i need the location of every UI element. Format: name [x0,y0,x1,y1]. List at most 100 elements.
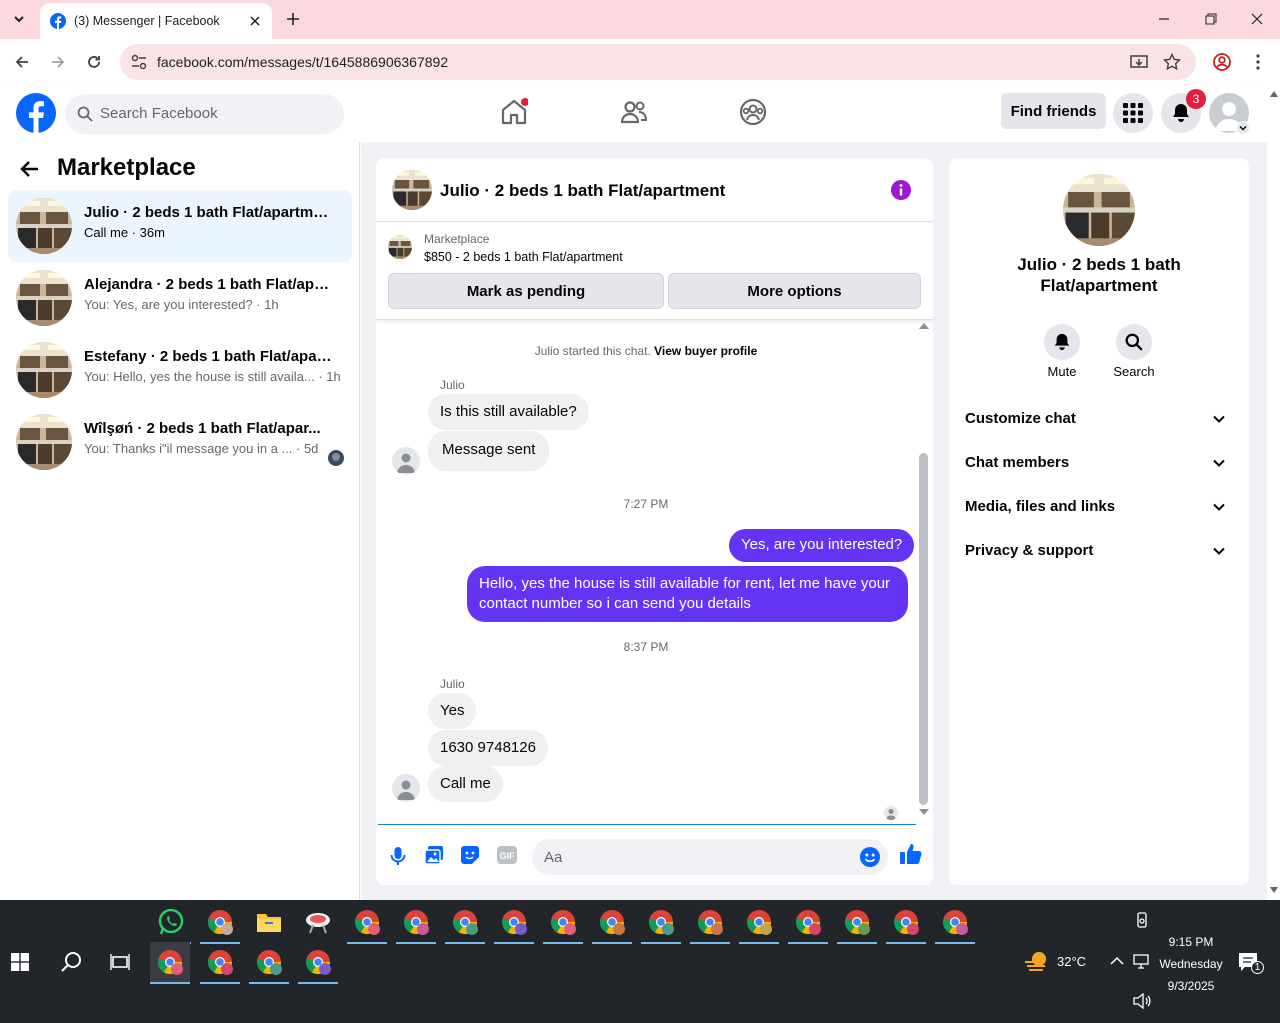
reload-button[interactable] [82,50,106,74]
incoming-message[interactable]: Yes [428,693,477,729]
minimize-button[interactable] [1150,6,1178,32]
listing-thumbnail [16,270,72,326]
weather-widget[interactable] [1024,950,1050,972]
page-scrollbar[interactable] [1267,85,1280,900]
weather-temperature[interactable]: 32°C [1057,954,1086,969]
taskbar-chrome[interactable] [641,902,681,944]
back-button[interactable] [20,159,40,179]
message-scrollbar[interactable] [919,320,929,815]
browser-menu-button[interactable] [1246,50,1270,74]
chat-title[interactable]: Julio · 2 beds 1 bath Flat/apartment [440,181,725,201]
nav-groups[interactable] [739,98,767,126]
taskbar-chrome[interactable] [886,902,926,944]
taskbar-chrome[interactable] [298,942,338,984]
attach-photo-button[interactable] [425,846,443,864]
scrollbar-thumb[interactable] [919,453,928,805]
chat-avatar[interactable] [392,170,432,210]
nav-friends[interactable] [620,98,648,126]
taskbar-file-explorer[interactable] [249,902,289,942]
emoji-icon[interactable] [860,847,880,867]
tab-search-button[interactable] [6,6,32,32]
sender-avatar[interactable] [392,447,420,475]
taskbar-chrome-profile[interactable] [200,902,240,944]
incoming-message[interactable]: 1630 9748126 [428,730,548,766]
install-app-icon[interactable] [1130,53,1148,71]
taskbar-whatsapp[interactable] [151,902,191,944]
incoming-message[interactable]: Call me [428,766,503,802]
taskbar-clock[interactable]: 9:15 PM Wednesday 9/3/2025 [1156,931,1226,997]
listing-price[interactable]: $850 - 2 beds 1 bath Flat/apartment [424,250,623,264]
menu-button[interactable] [1113,93,1153,133]
conversation-item[interactable]: Alejandra · 2 beds 1 bath Flat/apar... Y… [8,262,352,334]
mute-button[interactable] [1044,324,1080,360]
more-options-button[interactable]: More options [668,273,921,309]
taskbar-chrome[interactable] [788,902,828,944]
chrome-icon [649,910,674,935]
privacy-support-section[interactable]: Privacy & support [965,530,1233,574]
incoming-message[interactable]: Message sent [428,431,550,471]
show-hidden-icons-button[interactable] [1110,956,1124,966]
find-friends-button[interactable]: Find friends [1001,93,1106,129]
forward-button[interactable] [46,50,70,74]
taskbar-chrome[interactable] [396,902,436,944]
network-button[interactable] [1133,954,1151,970]
action-center-button[interactable]: 1 [1238,952,1264,974]
outgoing-message[interactable]: Hello, yes the house is still available … [467,566,908,622]
nav-home[interactable] [500,98,528,126]
close-tab-button[interactable] [246,12,264,30]
account-chevron[interactable] [1236,121,1250,135]
chevron-down-icon [1213,415,1225,423]
taskbar-chrome[interactable] [690,902,730,944]
voice-clip-button[interactable] [390,846,406,866]
taskbar-chrome-active[interactable] [150,942,190,984]
address-bar[interactable]: facebook.com/messages/t/1645886906367892 [120,44,1196,80]
conversation-item[interactable]: Estefany · 2 beds 1 bath Flat/apart... Y… [8,334,352,406]
outgoing-message[interactable]: Yes, are you interested? [729,529,915,562]
media-files-links-section[interactable]: Media, files and links [965,486,1233,530]
taskbar-chrome[interactable] [200,942,240,984]
taskbar-chrome[interactable] [837,902,877,944]
view-buyer-profile-link[interactable]: View buyer profile [654,344,757,358]
listing-avatar[interactable] [1063,174,1135,246]
tablet-mode-icon[interactable] [1134,912,1150,928]
sticker-button[interactable] [461,846,479,864]
sender-avatar[interactable] [392,774,420,802]
taskbar-chrome[interactable] [935,902,975,944]
chat-members-section[interactable]: Chat members [965,442,1233,486]
profile-button[interactable] [1210,50,1234,74]
conversation-info-button[interactable] [890,179,912,201]
bookmark-star-icon[interactable] [1163,53,1181,71]
restore-button[interactable] [1197,6,1225,32]
taskbar-chrome[interactable] [347,902,387,944]
search-icon [61,952,81,972]
send-like-button[interactable] [900,843,922,865]
back-button[interactable] [10,50,34,74]
taskbar-search-button[interactable] [52,942,92,982]
taskbar-chrome[interactable] [543,902,583,944]
taskbar-chrome[interactable] [445,902,485,944]
gif-button[interactable]: GIF [497,846,517,864]
browser-tab[interactable]: (3) Messenger | Facebook [40,3,272,39]
taskbar-chrome[interactable] [494,902,534,944]
message-input[interactable]: Aa [532,839,888,875]
customize-chat-section[interactable]: Customize chat [965,398,1233,442]
conversation-item[interactable]: Julio · 2 beds 1 bath Flat/apartment Cal… [8,190,352,262]
taskbar-app[interactable] [298,902,338,942]
new-tab-button[interactable] [282,8,304,30]
volume-button[interactable] [1133,993,1151,1009]
conversation-item[interactable]: Wîlşøń · 2 beds 1 bath Flat/apar... You:… [8,406,352,478]
mark-as-pending-button[interactable]: Mark as pending [388,273,664,309]
taskbar-chrome[interactable] [592,902,632,944]
start-button[interactable] [0,942,40,982]
facebook-search-input[interactable]: Search Facebook [65,94,344,134]
search-in-conversation-button[interactable] [1116,324,1152,360]
facebook-logo[interactable] [16,93,56,133]
close-window-button[interactable] [1243,6,1271,32]
task-view-button[interactable] [100,942,140,982]
listing-thumbnail[interactable] [388,235,412,259]
taskbar-chrome[interactable] [249,942,289,984]
taskbar-chrome[interactable] [739,902,779,944]
incoming-message[interactable]: Is this still available? [428,394,589,430]
message-input-placeholder: Aa [544,849,563,866]
chevron-down-icon [1239,126,1247,131]
